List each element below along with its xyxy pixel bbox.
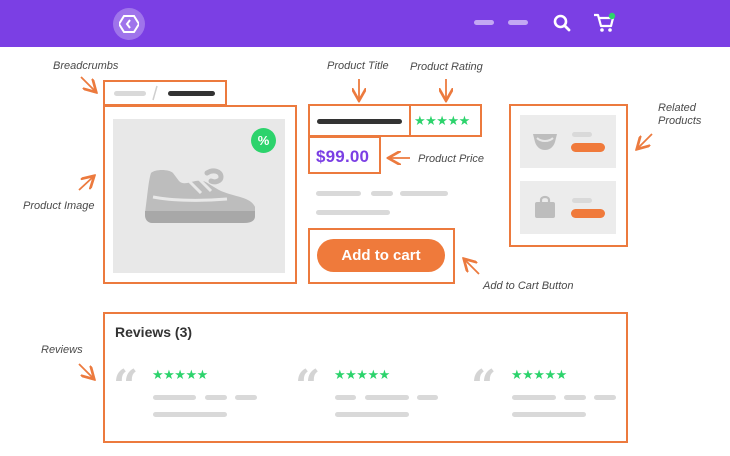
description-line bbox=[371, 191, 393, 196]
review-line bbox=[153, 395, 196, 400]
sneaker-icon bbox=[145, 168, 255, 223]
review-line bbox=[153, 412, 227, 417]
diaper-icon bbox=[533, 134, 557, 150]
breadcrumbs-arrow bbox=[80, 76, 95, 91]
review-stars: ★★★★★ bbox=[334, 367, 390, 382]
quote-icon: “ bbox=[295, 361, 321, 412]
review-line bbox=[335, 412, 409, 417]
product-image-arrow bbox=[78, 177, 93, 191]
quote-icon: “ bbox=[113, 361, 139, 412]
review-line bbox=[512, 412, 586, 417]
reviews-title: Reviews (3) bbox=[115, 324, 193, 340]
product-title bbox=[317, 119, 402, 124]
related-product-price bbox=[571, 209, 605, 218]
review-line bbox=[594, 395, 616, 400]
review-line bbox=[335, 395, 356, 400]
reviews-label: Reviews bbox=[41, 344, 83, 356]
related-product-price bbox=[571, 143, 605, 152]
review-line bbox=[365, 395, 409, 400]
review-stars: ★★★★★ bbox=[152, 367, 208, 382]
related-products-label: Related Products bbox=[658, 102, 702, 127]
product-price: $99.00 bbox=[316, 147, 370, 166]
description-line bbox=[316, 210, 390, 215]
add-to-cart-label: Add to Cart Button bbox=[483, 280, 574, 292]
review-stars: ★★★★★ bbox=[511, 367, 567, 382]
product-image-label: Product Image bbox=[23, 200, 95, 212]
related-product-name bbox=[572, 132, 592, 137]
related-product-card[interactable] bbox=[520, 181, 616, 234]
review-line bbox=[512, 395, 556, 400]
review-line bbox=[417, 395, 438, 400]
breadcrumbs-label: Breadcrumbs bbox=[53, 60, 119, 72]
product-rating-stars: ★★★★★ bbox=[414, 113, 470, 128]
related-product-name bbox=[572, 198, 592, 203]
description-line bbox=[316, 191, 361, 196]
reviews-arrow bbox=[78, 363, 93, 378]
product-rating-label: Product Rating bbox=[410, 61, 483, 73]
add-to-cart-button[interactable]: Add to cart bbox=[317, 239, 445, 272]
related-products-arrow bbox=[638, 133, 653, 148]
breadcrumb-item-current bbox=[168, 91, 215, 96]
breadcrumb-separator bbox=[152, 85, 158, 101]
review-line bbox=[235, 395, 257, 400]
quote-icon: “ bbox=[471, 361, 497, 412]
product-title-label: Product Title bbox=[327, 60, 389, 72]
bag-icon bbox=[535, 195, 555, 218]
add-to-cart-arrow bbox=[465, 260, 480, 275]
review-line bbox=[205, 395, 227, 400]
related-product-card[interactable] bbox=[520, 115, 616, 168]
breadcrumb-item[interactable] bbox=[114, 91, 146, 96]
review-line bbox=[564, 395, 586, 400]
description-line bbox=[400, 191, 448, 196]
discount-badge: % bbox=[251, 128, 276, 153]
product-price-label: Product Price bbox=[418, 153, 485, 165]
